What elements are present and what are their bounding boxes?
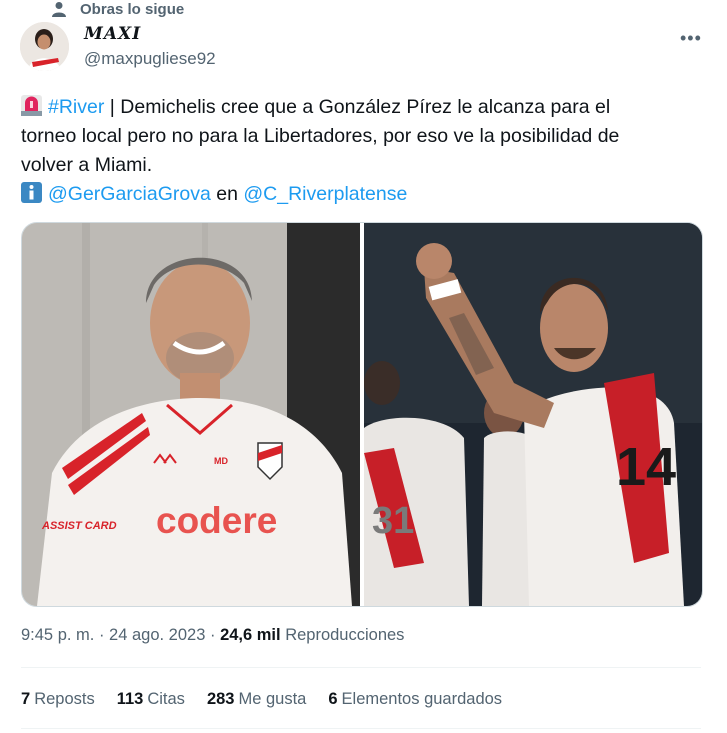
tweet-text-line1: | Demichelis cree que a González Pírez l… [104, 96, 611, 118]
quotes-count: 113 [116, 690, 144, 708]
tweet-line-2: torneo local pero no para la Libertadore… [21, 125, 620, 147]
author-handle[interactable]: @maxpugliese92 [84, 49, 216, 69]
bookmarks-label: Elementos guardados [341, 690, 503, 708]
divider [21, 667, 701, 668]
hashtag-link[interactable]: #River [48, 96, 104, 118]
divider [21, 728, 701, 729]
quotes-label: Citas [147, 690, 185, 708]
tweet-time[interactable]: 9:45 p. m. [21, 626, 94, 644]
views-count: 24,6 mil [220, 626, 281, 644]
author-name[interactable]: MAXI [84, 24, 141, 44]
jersey-number: 14 [616, 437, 676, 497]
info-icon [21, 182, 42, 203]
police-light-icon [21, 95, 42, 116]
meta-separator: · [205, 626, 221, 644]
more-horizontal-icon: ••• [680, 28, 702, 48]
jersey-sponsor: codere [156, 500, 277, 541]
tweet-line-1: #River | Demichelis cree que a González … [21, 93, 701, 122]
social-context-text: Obras lo sigue [80, 0, 185, 18]
photo-left-image: MD codere ASSIST CARD [22, 223, 360, 606]
more-options-button[interactable]: ••• [680, 28, 702, 49]
tweet-line-3: volver a Miami. [21, 154, 153, 176]
photo-right[interactable]: 31 14 [364, 223, 702, 606]
media-grid[interactable]: MD codere ASSIST CARD 31 14 [21, 222, 703, 607]
engagement-stats: 7 Reposts 113 Citas 283 Me gusta 6 Elementos… [21, 690, 502, 709]
photo-left[interactable]: MD codere ASSIST CARD [22, 223, 360, 606]
jersey-initials: MD [214, 456, 228, 466]
mention-connector: en [210, 183, 244, 205]
reposts-count: 7 [21, 690, 31, 708]
bookmarks-count: 6 [328, 690, 338, 708]
tweet-meta: 9:45 p. m. · 24 ago. 2023 · 24,6 mil Rep… [21, 626, 404, 645]
likes-count: 283 [206, 690, 235, 708]
views-label: Reproducciones [280, 626, 405, 644]
social-context[interactable]: Obras lo sigue [52, 0, 184, 18]
reposts-link[interactable]: 7 Reposts [21, 690, 95, 709]
quotes-link[interactable]: 113 Citas [117, 690, 185, 709]
meta-separator: · [94, 626, 110, 644]
reposts-label: Reposts [34, 690, 95, 708]
avatar[interactable] [20, 22, 69, 71]
mention-link-1[interactable]: @GerGarciaGrova [48, 183, 211, 205]
tweet-line-4: @GerGarciaGrova en @C_Riverplatense [21, 180, 701, 209]
mention-link-2[interactable]: @C_Riverplatense [243, 183, 407, 205]
sleeve-sponsor: ASSIST CARD [41, 520, 117, 532]
likes-label: Me gusta [238, 690, 307, 708]
back-jersey-number: 31 [372, 500, 414, 542]
tweet-date[interactable]: 24 ago. 2023 [109, 626, 205, 644]
bookmarks-link[interactable]: 6 Elementos guardados [328, 690, 502, 709]
photo-right-image: 31 14 [364, 223, 702, 606]
person-icon [52, 2, 66, 17]
likes-link[interactable]: 283 Me gusta [207, 690, 306, 709]
tweet-text: #River | Demichelis cree que a González … [21, 93, 701, 209]
